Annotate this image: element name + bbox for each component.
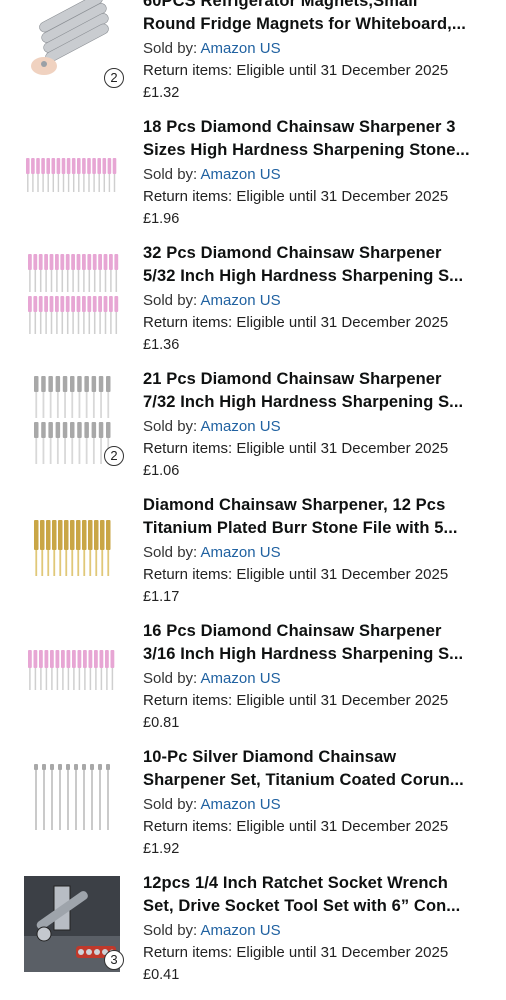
seller-link[interactable]: Amazon US (201, 418, 281, 435)
item-price: £1.17 (143, 589, 180, 605)
sold-by: Sold by: Amazon US (143, 922, 281, 939)
quantity-badge: 2 (104, 446, 124, 466)
order-item-list: 2 60PCS Refrigerator Magnets,Small Round… (0, 0, 506, 998)
sold-by: Sold by: Amazon US (143, 418, 281, 435)
product-thumbnail-sharpener[interactable] (24, 498, 120, 594)
return-eligibility: Return items: Eligible until 31 December… (143, 566, 449, 583)
return-eligibility: Return items: Eligible until 31 December… (143, 944, 449, 961)
item-price: £1.06 (143, 463, 180, 479)
seller-link[interactable]: Amazon US (201, 922, 281, 939)
product-title-link[interactable]: 32 Pcs Diamond Chainsaw Sharpener 5/32 I… (143, 242, 488, 288)
product-thumbnail-sharpener[interactable] (24, 246, 120, 342)
sold-by: Sold by: Amazon US (143, 796, 281, 813)
quantity-badge: 3 (104, 950, 124, 970)
order-item[interactable]: 2 21 Pcs Diamond Chainsaw Sharpener 7/32… (0, 368, 506, 494)
item-price: £1.32 (143, 85, 180, 101)
product-thumbnail-sharpener[interactable] (24, 750, 120, 846)
seller-link[interactable]: Amazon US (201, 40, 281, 57)
seller-link[interactable]: Amazon US (201, 544, 281, 561)
return-eligibility: Return items: Eligible until 31 December… (143, 440, 449, 457)
return-eligibility: Return items: Eligible until 31 December… (143, 818, 449, 835)
sold-by: Sold by: Amazon US (143, 544, 281, 561)
item-price: £1.36 (143, 337, 180, 353)
sold-by: Sold by: Amazon US (143, 292, 281, 309)
return-eligibility: Return items: Eligible until 31 December… (143, 692, 449, 709)
sold-by: Sold by: Amazon US (143, 40, 281, 57)
quantity-badge: 2 (104, 68, 124, 88)
return-eligibility: Return items: Eligible until 31 December… (143, 62, 449, 79)
product-title-link[interactable]: 16 Pcs Diamond Chainsaw Sharpener 3/16 I… (143, 620, 488, 666)
return-eligibility: Return items: Eligible until 31 December… (143, 188, 449, 205)
order-item[interactable]: 2 60PCS Refrigerator Magnets,Small Round… (0, 0, 506, 116)
sold-by: Sold by: Amazon US (143, 166, 281, 183)
return-eligibility: Return items: Eligible until 31 December… (143, 314, 449, 331)
item-price: £0.81 (143, 715, 180, 731)
sold-by: Sold by: Amazon US (143, 670, 281, 687)
product-title-link[interactable]: 12pcs 1/4 Inch Ratchet Socket Wrench Set… (143, 872, 488, 918)
seller-link[interactable]: Amazon US (201, 292, 281, 309)
item-price: £1.96 (143, 211, 180, 227)
order-item[interactable]: 32 Pcs Diamond Chainsaw Sharpener 5/32 I… (0, 242, 506, 368)
order-item[interactable]: Diamond Chainsaw Sharpener, 12 Pcs Titan… (0, 494, 506, 620)
order-item[interactable]: 10-Pc Silver Diamond Chainsaw Sharpener … (0, 746, 506, 872)
item-price: £0.41 (143, 967, 180, 983)
product-title-link[interactable]: Diamond Chainsaw Sharpener, 12 Pcs Titan… (143, 494, 488, 540)
item-price: £1.92 (143, 841, 180, 857)
seller-link[interactable]: Amazon US (201, 166, 281, 183)
product-thumbnail-sharpener[interactable] (24, 624, 120, 720)
seller-link[interactable]: Amazon US (201, 796, 281, 813)
product-title-link[interactable]: 18 Pcs Diamond Chainsaw Sharpener 3 Size… (143, 116, 488, 162)
order-item[interactable]: 18 Pcs Diamond Chainsaw Sharpener 3 Size… (0, 116, 506, 242)
product-title-link[interactable]: 60PCS Refrigerator Magnets,Small Round F… (143, 0, 488, 36)
product-title-link[interactable]: 21 Pcs Diamond Chainsaw Sharpener 7/32 I… (143, 368, 488, 414)
product-title-link[interactable]: 10-Pc Silver Diamond Chainsaw Sharpener … (143, 746, 488, 792)
order-item[interactable]: 16 Pcs Diamond Chainsaw Sharpener 3/16 I… (0, 620, 506, 746)
order-item[interactable]: 3 12pcs 1/4 Inch Ratchet Socket Wrench S… (0, 872, 506, 998)
seller-link[interactable]: Amazon US (201, 670, 281, 687)
product-thumbnail-sharpener[interactable] (24, 120, 120, 216)
